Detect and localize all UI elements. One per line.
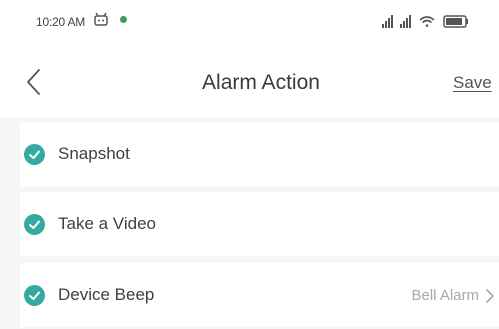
list-item-label: Device Beep: [58, 285, 155, 304]
nav-bar: Alarm Action Save: [0, 40, 499, 120]
page-title: Alarm Action: [202, 71, 320, 94]
beep-sound-value: Bell Alarm: [411, 287, 479, 304]
list-item-take-a-video[interactable]: Take a Video: [20, 192, 499, 256]
battery-icon: [443, 15, 468, 28]
save-button[interactable]: Save: [453, 73, 492, 93]
wifi-icon: [419, 16, 435, 27]
signal-icon: [382, 15, 393, 28]
status-dot-icon: [120, 16, 127, 23]
status-bar: 10:20 AM: [0, 0, 499, 40]
notification-icon: [93, 12, 109, 28]
alarm-action-list: Snapshot Take a Video Device Beep Bell A…: [0, 118, 499, 329]
list-item-snapshot[interactable]: Snapshot: [20, 122, 499, 186]
chevron-right-icon: [484, 287, 496, 305]
check-circle-icon[interactable]: [24, 285, 45, 306]
status-indicators: [382, 13, 492, 29]
list-item-label: Snapshot: [58, 144, 130, 163]
list-item-label: Take a Video: [58, 214, 156, 233]
check-circle-icon[interactable]: [24, 214, 45, 235]
alarm-action-screen: 10:20 AM Alarm Action Save Snapshot Take…: [0, 0, 499, 329]
check-circle-icon[interactable]: [24, 144, 45, 165]
status-time: 10:20 AM: [36, 15, 86, 29]
signal-icon-2: [400, 15, 411, 28]
list-item-device-beep[interactable]: Device Beep Bell Alarm: [20, 263, 499, 327]
